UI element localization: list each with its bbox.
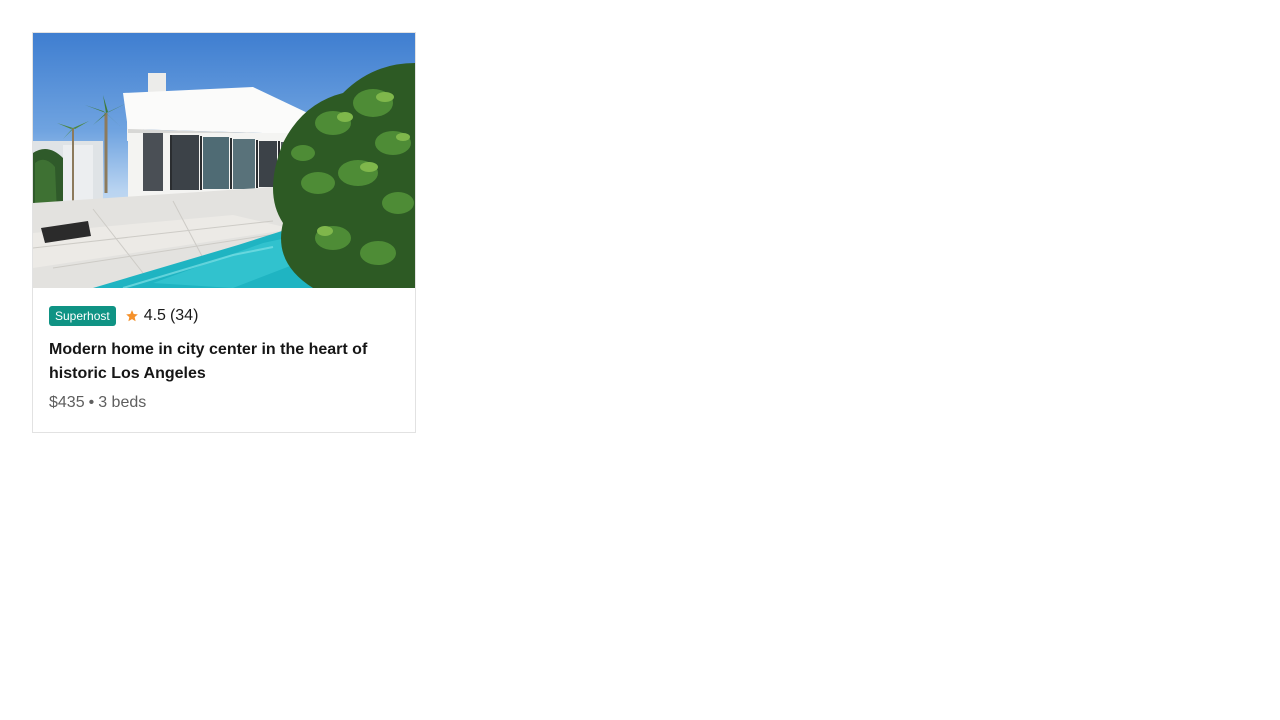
listing-price: $435	[49, 394, 85, 411]
rating-value: 4.5	[143, 307, 166, 324]
rating: 4.5 (34)	[144, 307, 199, 325]
star-icon	[125, 310, 138, 322]
listing-title[interactable]: Modern home in city center in the heart …	[49, 338, 389, 386]
badge-rating-row: Superhost 4.5 (34)	[49, 306, 399, 326]
villa-photo-illustration	[33, 63, 415, 288]
meta-separator: •	[88, 394, 95, 411]
listing-beds: 3 beds	[98, 394, 147, 411]
listing-photo[interactable]	[33, 33, 415, 288]
review-count: (34)	[169, 307, 199, 324]
listing-info: Superhost 4.5 (34) Modern home in city ce…	[33, 288, 415, 412]
listing-meta: $435 • 3 beds	[49, 394, 399, 412]
listing-card[interactable]: Superhost 4.5 (34) Modern home in city ce…	[32, 32, 416, 433]
superhost-badge: Superhost	[49, 306, 116, 326]
